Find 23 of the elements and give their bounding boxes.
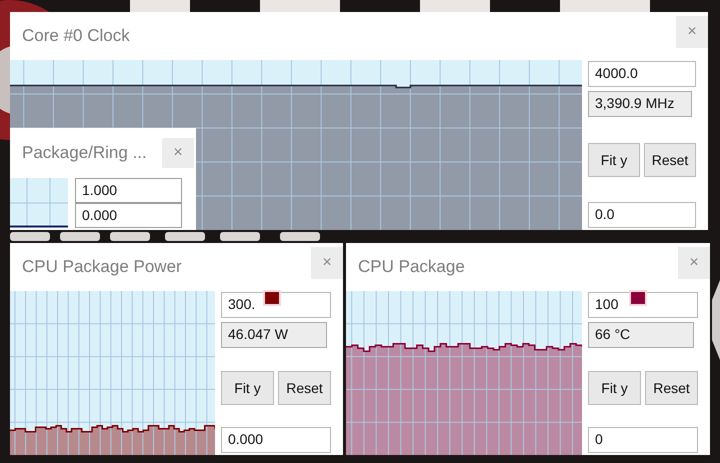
value-field[interactable]: 1.000 [75,178,182,203]
fit-button[interactable]: Fit y [588,142,640,176]
window-title: Core #0 Clock [22,26,130,46]
max-field[interactable]: 4000.0 [588,61,696,87]
min-field[interactable]: 0.000 [221,427,331,453]
fit-button[interactable]: Fit y [221,370,274,404]
min-field[interactable]: 0 [588,427,698,453]
window-title: Package/Ring ... [22,143,147,163]
reset-button[interactable]: Reset [645,370,698,404]
max-field[interactable]: 300. [221,292,331,318]
min-field[interactable]: 0.0 [588,202,696,228]
value-field[interactable]: 0.000 [75,203,182,228]
color-swatch[interactable] [629,290,647,306]
fit-button[interactable]: Fit y [588,370,641,404]
sensor-reading: 3,390.9 MHz [588,91,692,117]
color-swatch[interactable] [263,290,281,306]
sensor-reading: 66 °C [588,322,694,348]
sensor-reading: 46.047 W [221,322,327,348]
max-field[interactable]: 100 [588,292,698,318]
reset-button[interactable]: Reset [644,142,696,176]
window-title: CPU Package [358,257,465,277]
window-title: CPU Package Power [22,257,182,277]
reset-button[interactable]: Reset [278,370,331,404]
